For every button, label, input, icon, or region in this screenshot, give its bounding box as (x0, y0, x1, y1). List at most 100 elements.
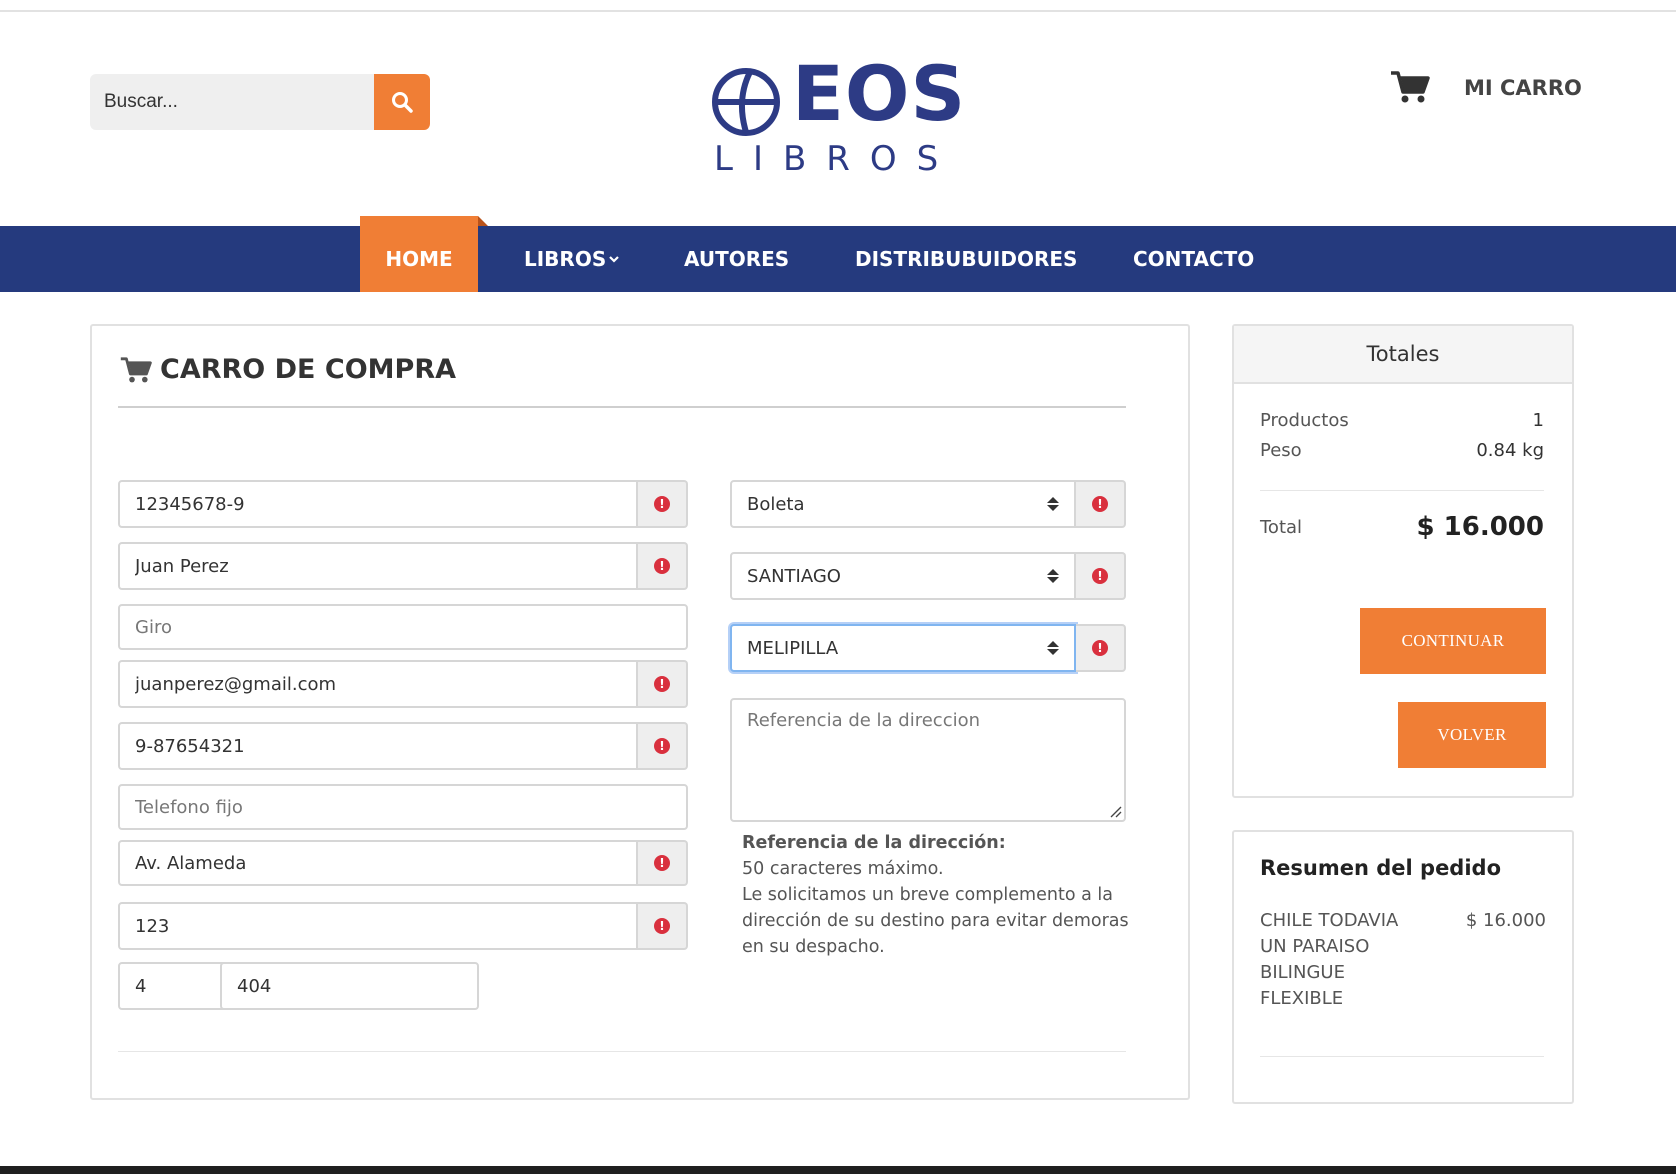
back-button[interactable]: VOLVER (1398, 702, 1546, 768)
giro-input[interactable] (118, 604, 688, 650)
nav-item-autores[interactable]: AUTORES (684, 226, 789, 292)
cart-title-text: CARRO DE COMPRA (160, 354, 457, 385)
region-value: SANTIAGO (747, 565, 841, 587)
comuna-select[interactable]: MELIPILLA (730, 624, 1076, 672)
my-cart-link[interactable]: MI CARRO (1464, 76, 1582, 100)
alert-icon: ! (1092, 568, 1108, 584)
products-row: Productos 1 (1260, 410, 1544, 431)
help-line-1: 50 caracteres máximo. (742, 859, 944, 879)
resize-grip-icon[interactable] (1110, 806, 1122, 818)
site-logo[interactable]: EOS LIBROS (708, 56, 965, 179)
street-number-input[interactable] (118, 902, 638, 950)
apartment-input[interactable] (220, 962, 479, 1010)
alert-icon: ! (654, 738, 670, 754)
products-label: Productos (1260, 410, 1349, 431)
name-alert-addon: ! (638, 542, 688, 590)
nav-active-tab-corner (478, 216, 488, 226)
region-select[interactable]: SANTIAGO (730, 552, 1076, 600)
nav-item-libros[interactable]: LIBROS (524, 226, 620, 292)
alert-icon: ! (1092, 640, 1108, 656)
rut-alert-addon: ! (638, 480, 688, 528)
alert-icon: ! (654, 676, 670, 692)
totals-divider (1260, 490, 1544, 491)
select-arrows-icon (1047, 497, 1059, 511)
top-divider (0, 10, 1676, 12)
rut-field-group: ! (118, 480, 688, 528)
alert-icon: ! (654, 558, 670, 574)
phone-input[interactable] (118, 722, 638, 770)
number-alert-addon: ! (638, 902, 688, 950)
totals-title: Totales (1234, 326, 1572, 384)
comuna-group: MELIPILLA ! (730, 624, 1126, 672)
total-label: Total (1260, 516, 1303, 538)
number-field-group: ! (118, 902, 688, 950)
summary-item-name: CHILE TODAVIA UN PARAISO BILINGUE FLEXIB… (1260, 910, 1399, 1009)
name-input[interactable] (118, 542, 638, 590)
main-nav: LIBROS AUTORES DISTRIBUBUIDORES CONTACTO (0, 226, 1676, 292)
bottom-divider (118, 1051, 1126, 1052)
region-group: SANTIAGO ! (730, 552, 1126, 600)
search-input[interactable] (90, 74, 374, 130)
street-field-group: ! (118, 840, 688, 886)
floor-field-group (118, 962, 377, 1010)
alert-icon: ! (654, 496, 670, 512)
summary-divider (1260, 1056, 1544, 1057)
email-input[interactable] (118, 660, 638, 708)
search-icon (392, 92, 413, 113)
document-type-group: Boleta ! (730, 480, 1126, 528)
alert-icon: ! (654, 855, 670, 871)
name-field-group: ! (118, 542, 688, 590)
phone-field-group: ! (118, 722, 688, 770)
totals-card: Totales Productos 1 Peso 0.84 kg Total $… (1232, 324, 1574, 798)
weight-value: 0.84 kg (1476, 440, 1544, 461)
landline-input[interactable] (118, 784, 688, 830)
logo-cross-icon (712, 68, 780, 136)
document-alert-addon: ! (1076, 480, 1126, 528)
alert-icon: ! (654, 918, 670, 934)
cart-icon (120, 356, 152, 382)
summary-item-price: $ 16.000 (1465, 910, 1546, 931)
giro-field-group (118, 604, 688, 650)
select-arrows-icon (1047, 641, 1059, 655)
document-type-value: Boleta (747, 493, 805, 515)
help-line-2: Le solicitamos un breve complemento a la… (742, 885, 1129, 957)
street-alert-addon: ! (638, 840, 688, 886)
chevron-down-icon (609, 256, 620, 263)
apartment-field-group (220, 962, 479, 1010)
footer-bar (0, 1166, 1676, 1174)
products-value: 1 (1532, 410, 1544, 431)
rut-input[interactable] (118, 480, 638, 528)
weight-label: Peso (1260, 440, 1302, 461)
logo-eos-text: EOS (792, 49, 967, 138)
cart-icon[interactable] (1390, 70, 1430, 104)
email-alert-addon: ! (638, 660, 688, 708)
title-divider (118, 406, 1126, 408)
alert-icon: ! (1092, 496, 1108, 512)
select-arrows-icon (1047, 569, 1059, 583)
comuna-value: MELIPILLA (747, 637, 839, 659)
landline-field-group (118, 784, 688, 830)
weight-row: Peso 0.84 kg (1260, 440, 1544, 461)
search-bar (90, 74, 430, 130)
document-type-select[interactable]: Boleta (730, 480, 1076, 528)
help-title: Referencia de la dirección: (742, 833, 1006, 853)
order-summary-title: Resumen del pedido (1260, 856, 1501, 880)
nav-item-home[interactable]: HOME (360, 216, 478, 292)
region-alert-addon: ! (1076, 552, 1126, 600)
email-field-group: ! (118, 660, 688, 708)
cart-title: CARRO DE COMPRA (120, 354, 456, 385)
continue-button[interactable]: CONTINUAR (1360, 608, 1546, 674)
order-summary-card: Resumen del pedido CHILE TODAVIA UN PARA… (1232, 830, 1574, 1104)
search-button[interactable] (374, 74, 430, 130)
total-value: $ 16.000 (1416, 512, 1544, 542)
nav-item-contacto[interactable]: CONTACTO (1133, 226, 1254, 292)
phone-alert-addon: ! (638, 722, 688, 770)
nav-item-distribuidores[interactable]: DISTRIBUBUIDORES (855, 226, 1077, 292)
comuna-alert-addon: ! (1076, 624, 1126, 672)
cart-card: CARRO DE COMPRA ! ! ! ! ! ! Boleta (90, 324, 1190, 1100)
total-row: Total $ 16.000 (1260, 512, 1544, 542)
street-input[interactable] (118, 840, 638, 886)
logo-libros-text: LIBROS (714, 139, 959, 179)
nav-item-label: LIBROS (524, 247, 607, 271)
address-reference-textarea[interactable] (730, 698, 1126, 822)
